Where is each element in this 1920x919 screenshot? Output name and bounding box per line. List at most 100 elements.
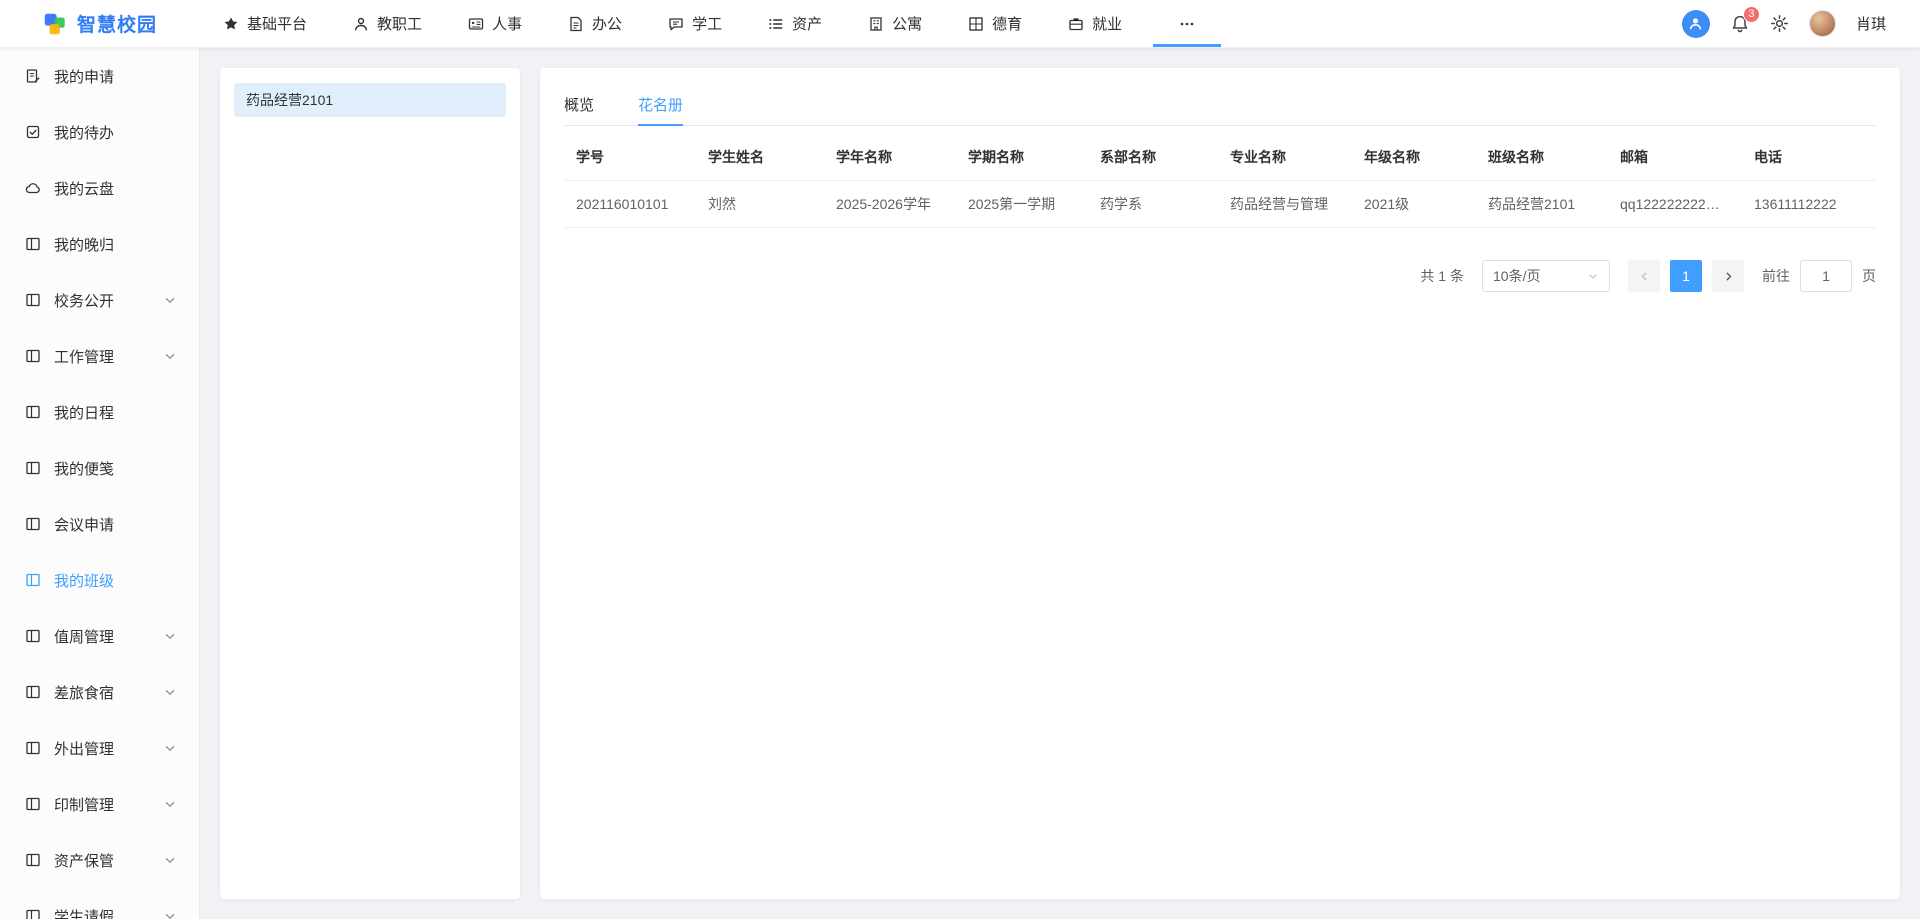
sidebar-item-12[interactable]: 外出管理 xyxy=(0,720,199,776)
column-header: 学年名称 xyxy=(824,134,956,181)
chevron-down-icon xyxy=(163,853,177,867)
sidebar-item-8[interactable]: 会议申请 xyxy=(0,496,199,552)
idcard-icon xyxy=(468,16,484,32)
sidebar-item-9[interactable]: 我的班级 xyxy=(0,552,199,608)
chevron-down-icon xyxy=(163,909,177,919)
chevron-down-icon xyxy=(163,349,177,363)
sidebar-item-label: 我的申请 xyxy=(54,66,177,87)
chat-icon xyxy=(668,16,684,32)
table-cell: 2025-2026学年 xyxy=(824,181,956,228)
avatar[interactable] xyxy=(1809,10,1836,37)
chevron-down-icon xyxy=(163,797,177,811)
nav-item-7[interactable]: 德育 xyxy=(945,0,1045,47)
sidebar-item-3[interactable]: 我的晚归 xyxy=(0,216,199,272)
sidebar-item-7[interactable]: 我的便笺 xyxy=(0,440,199,496)
nav-item-label: 人事 xyxy=(492,13,522,34)
tab-1[interactable]: 花名册 xyxy=(638,84,683,125)
sidebar-item-13[interactable]: 印制管理 xyxy=(0,776,199,832)
panel-icon xyxy=(25,404,41,420)
settings-button[interactable] xyxy=(1770,14,1789,33)
nav-item-2[interactable]: 人事 xyxy=(445,0,545,47)
assistant-icon xyxy=(1687,15,1704,32)
sidebar-item-label: 外出管理 xyxy=(54,738,150,759)
sidebar-item-label: 会议申请 xyxy=(54,514,177,535)
class-list-panel: 药品经营2101 xyxy=(220,68,520,899)
tab-0[interactable]: 概览 xyxy=(564,84,594,125)
cloud-icon xyxy=(25,180,41,196)
chevron-down-icon xyxy=(163,741,177,755)
app-title: 智慧校园 xyxy=(77,10,157,37)
prev-page-button[interactable] xyxy=(1628,260,1660,292)
sidebar-item-label: 学生请假 xyxy=(54,906,150,919)
user-area: 3 肖琪 xyxy=(1682,0,1920,47)
sidebar-item-11[interactable]: 差旅食宿 xyxy=(0,664,199,720)
goto-page-input[interactable] xyxy=(1800,260,1852,292)
chevron-left-icon xyxy=(1638,270,1651,283)
panel-icon xyxy=(25,740,41,756)
nav-item-label: 资产 xyxy=(792,13,822,34)
sidebar-item-4[interactable]: 校务公开 xyxy=(0,272,199,328)
sidebar-item-10[interactable]: 值周管理 xyxy=(0,608,199,664)
panel-icon xyxy=(25,236,41,252)
sidebar-item-14[interactable]: 资产保管 xyxy=(0,832,199,888)
sidebar-item-6[interactable]: 我的日程 xyxy=(0,384,199,440)
nav-item-4[interactable]: 学工 xyxy=(645,0,745,47)
top-nav: 基础平台 教职工 人事 办公 学工 资产 公寓德育 就业 xyxy=(200,0,1229,47)
sidebar-item-2[interactable]: 我的云盘 xyxy=(0,160,199,216)
nav-more-button[interactable] xyxy=(1145,0,1229,47)
list-icon xyxy=(768,16,784,32)
nav-item-6[interactable]: 公寓 xyxy=(845,0,945,47)
top-header: 智慧校园 基础平台 教职工 人事 办公 学工 资产 公寓德育 就业 3 肖琪 xyxy=(0,0,1920,48)
page-suffix: 页 xyxy=(1862,266,1876,286)
nav-item-label: 就业 xyxy=(1092,13,1122,34)
notification-badge: 3 xyxy=(1743,6,1760,23)
panel-icon xyxy=(25,852,41,868)
nav-item-1[interactable]: 教职工 xyxy=(330,0,445,47)
sidebar-item-label: 我的日程 xyxy=(54,402,177,423)
nav-item-8[interactable]: 就业 xyxy=(1045,0,1145,47)
column-header: 邮箱 xyxy=(1608,134,1742,181)
sidebar-item-label: 我的待办 xyxy=(54,122,177,143)
table-cell: 2021级 xyxy=(1352,181,1476,228)
chevron-down-icon xyxy=(163,685,177,699)
column-header: 学生姓名 xyxy=(696,134,824,181)
nav-item-label: 学工 xyxy=(692,13,722,34)
page-size-select[interactable]: 10条/页 xyxy=(1482,260,1610,292)
notifications-button[interactable]: 3 xyxy=(1730,14,1750,34)
nav-item-5[interactable]: 资产 xyxy=(745,0,845,47)
assistant-button[interactable] xyxy=(1682,10,1710,38)
page-size-value: 10条/页 xyxy=(1493,266,1540,286)
next-page-button[interactable] xyxy=(1712,260,1744,292)
nav-item-label: 教职工 xyxy=(377,13,422,34)
username[interactable]: 肖琪 xyxy=(1856,13,1886,34)
sidebar-item-label: 资产保管 xyxy=(54,850,150,871)
sidebar-item-1[interactable]: 我的待办 xyxy=(0,104,199,160)
logo[interactable]: 智慧校园 xyxy=(0,0,200,47)
table-cell: qq122222222… xyxy=(1608,181,1742,228)
panel-icon xyxy=(25,348,41,364)
panel-icon xyxy=(25,796,41,812)
table-row[interactable]: 202116010101刘然2025-2026学年2025第一学期药学系药品经营… xyxy=(564,181,1876,228)
table-cell: 刘然 xyxy=(696,181,824,228)
sidebar-item-0[interactable]: 我的申请 xyxy=(0,48,199,104)
page-number-button[interactable]: 1 xyxy=(1670,260,1702,292)
pagination: 共 1 条 10条/页 1 前往 页 xyxy=(564,260,1876,292)
chevron-down-icon xyxy=(1587,270,1599,282)
sidebar-item-5[interactable]: 工作管理 xyxy=(0,328,199,384)
table-header-row: 学号学生姓名学年名称学期名称系部名称专业名称年级名称班级名称邮箱电话 xyxy=(564,134,1876,181)
class-detail-panel: 概览 花名册 学号学生姓名学年名称学期名称系部名称专业名称年级名称班级名称邮箱电话… xyxy=(540,68,1900,899)
table-cell: 202116010101 xyxy=(564,181,696,228)
chevron-down-icon xyxy=(163,293,177,307)
nav-item-3[interactable]: 办公 xyxy=(545,0,645,47)
sidebar-item-label: 我的云盘 xyxy=(54,178,177,199)
sidebar-item-15[interactable]: 学生请假 xyxy=(0,888,199,919)
column-header: 电话 xyxy=(1742,134,1876,181)
roster-table: 学号学生姓名学年名称学期名称系部名称专业名称年级名称班级名称邮箱电话202116… xyxy=(564,134,1876,228)
class-list-item[interactable]: 药品经营2101 xyxy=(234,83,506,117)
nav-item-0[interactable]: 基础平台 xyxy=(200,0,330,47)
column-header: 学期名称 xyxy=(956,134,1088,181)
column-header: 学号 xyxy=(564,134,696,181)
sidebar: 我的申请我的待办我的云盘我的晚归校务公开工作管理我的日程我的便笺会议申请我的班级… xyxy=(0,48,200,919)
panel-icon xyxy=(25,292,41,308)
chevron-down-icon xyxy=(163,629,177,643)
